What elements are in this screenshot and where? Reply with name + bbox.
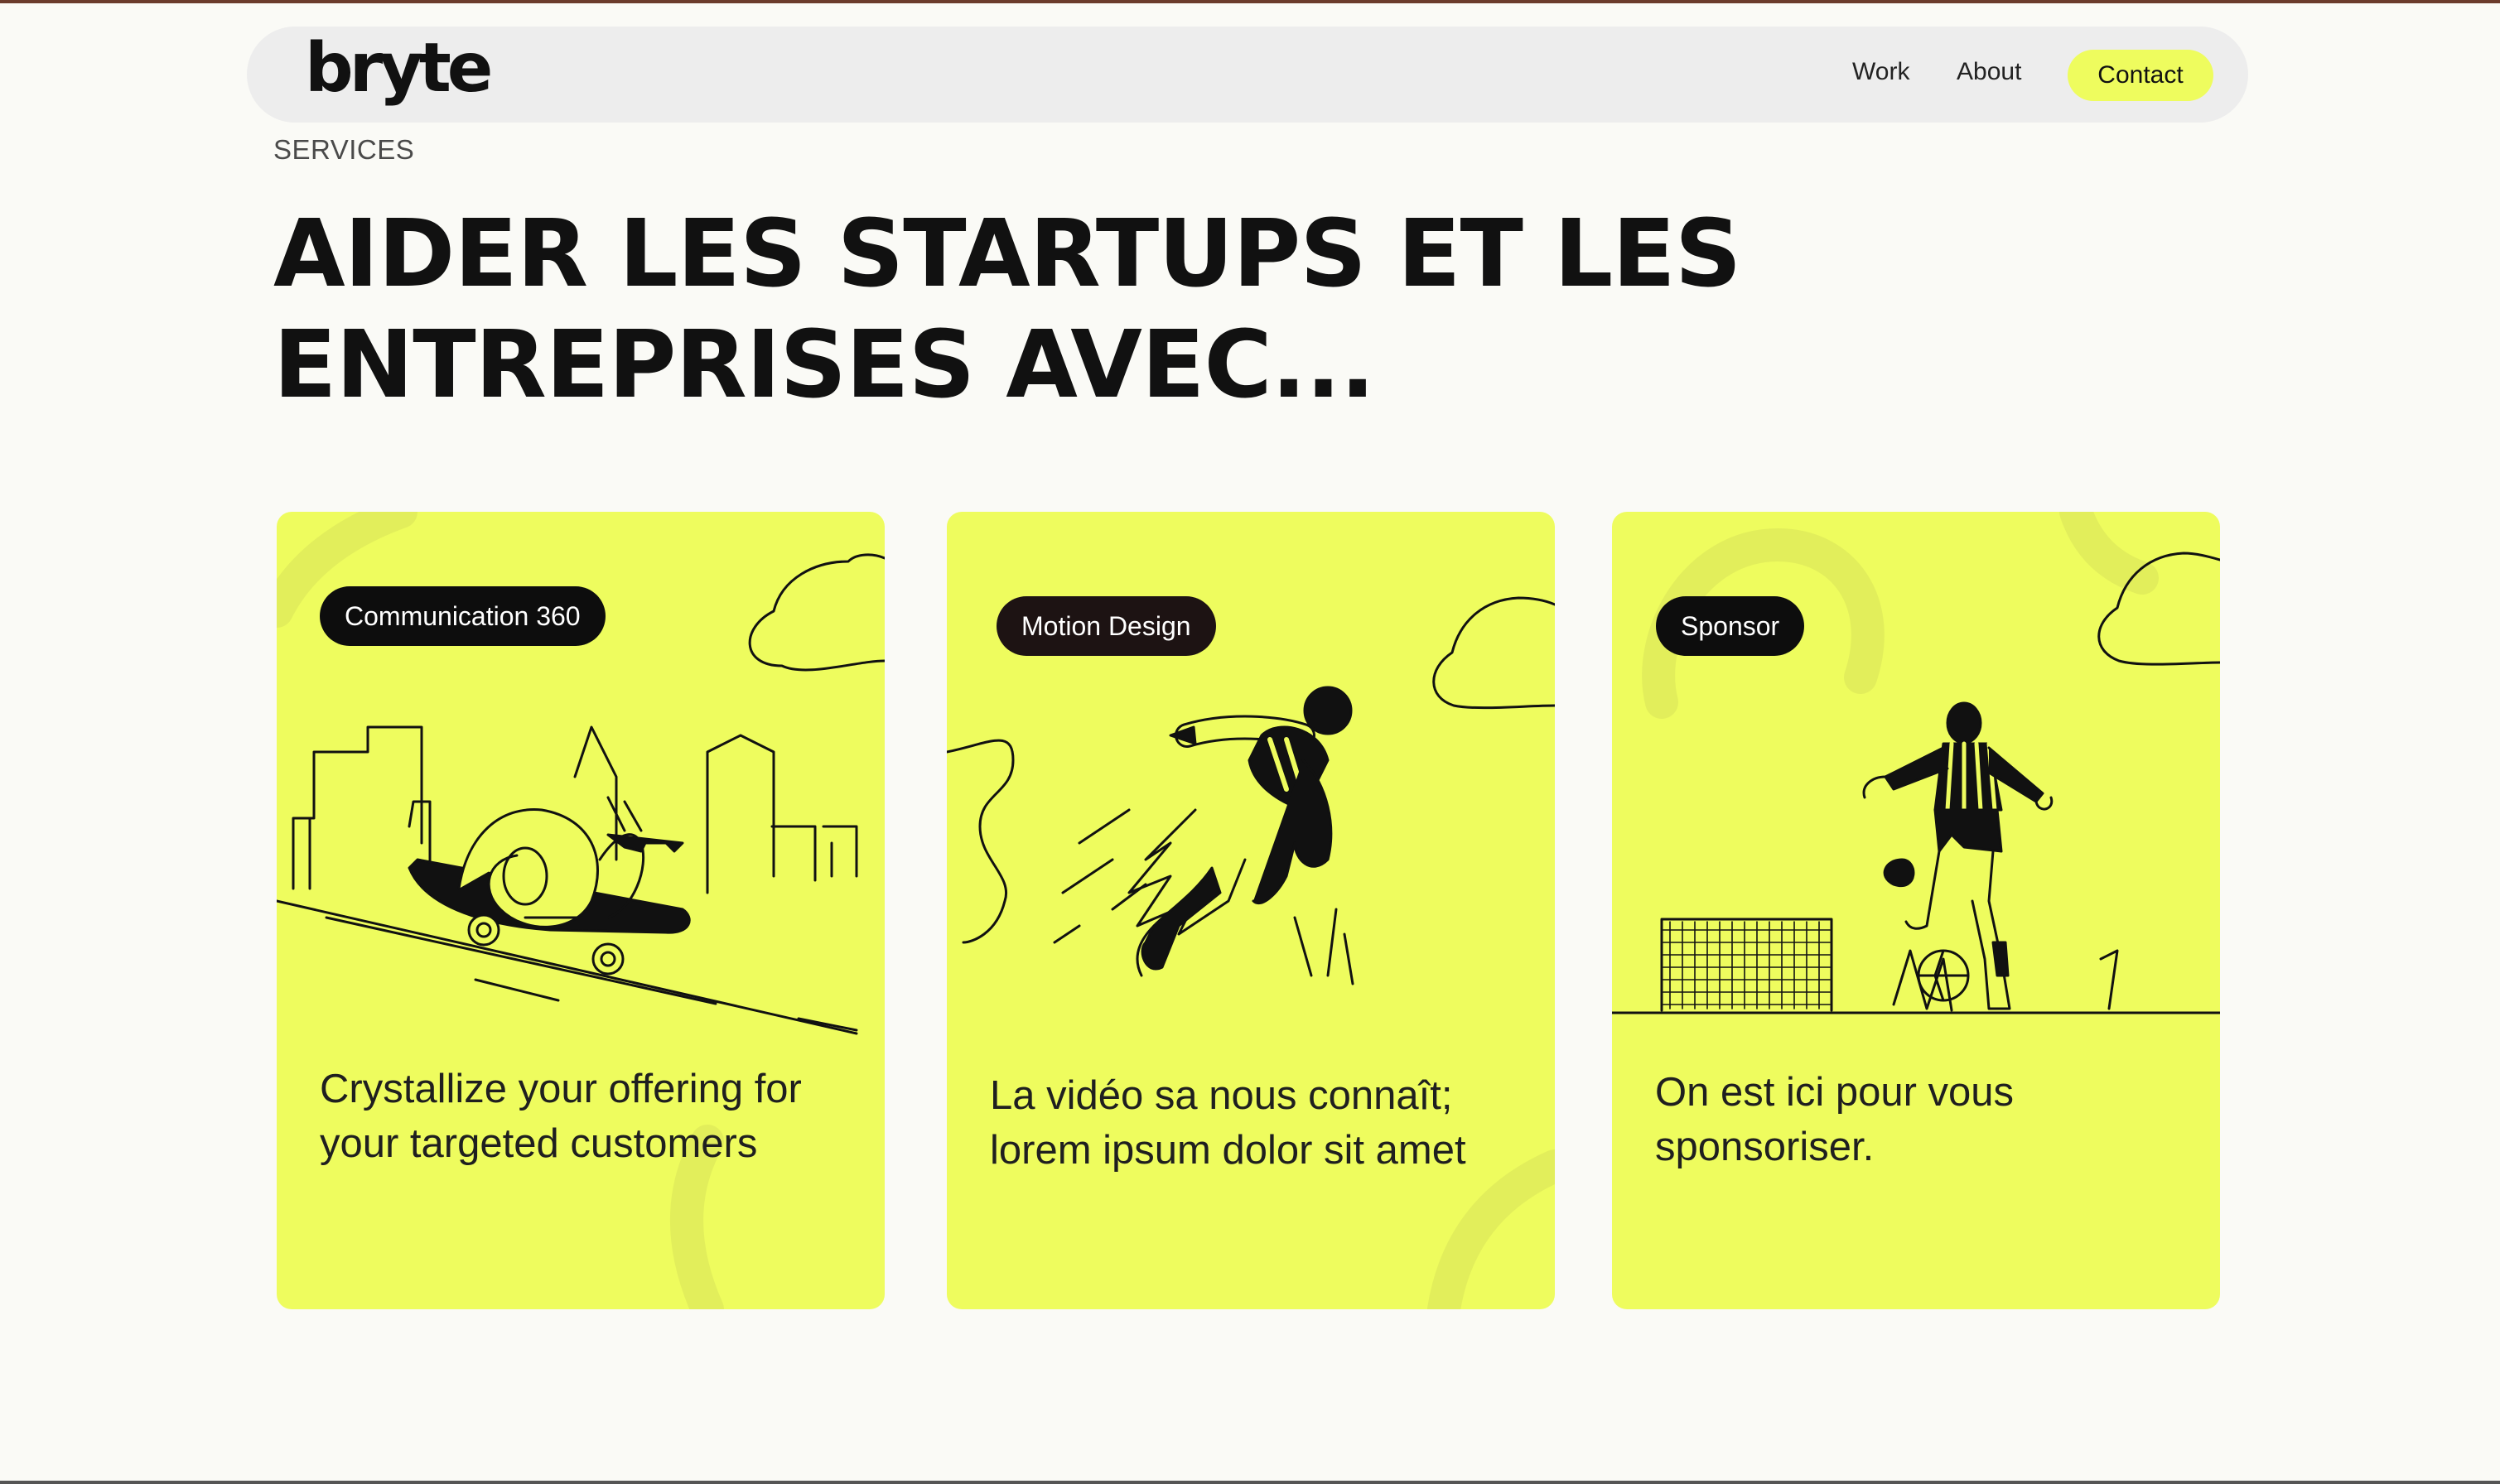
service-card-communication[interactable]: Communication 360 Crystallize your offer… bbox=[277, 512, 885, 1309]
top-border bbox=[0, 0, 2500, 3]
page-title: AIDER LES STARTUPS ET LES ENTREPRISES AV… bbox=[273, 199, 1847, 421]
service-card-sponsor[interactable]: Sponsor On est ici pour vous sponsoriser… bbox=[1612, 512, 2220, 1309]
service-tag: Communication 360 bbox=[320, 586, 606, 646]
service-card-motion-design[interactable]: Motion Design La vidéo sa nous connaît; … bbox=[947, 512, 1555, 1309]
section-eyebrow: SERVICES bbox=[273, 134, 415, 165]
brand-logo[interactable]: bryte bbox=[305, 35, 493, 103]
nav-link-about[interactable]: About bbox=[1957, 58, 2021, 86]
service-description: La vidéo sa nous connaît; lorem ipsum do… bbox=[990, 1073, 1466, 1173]
service-tag: Sponsor bbox=[1656, 596, 1805, 656]
service-description: On est ici pour vous sponsoriser. bbox=[1655, 1070, 2015, 1169]
bottom-border bbox=[0, 1481, 2500, 1484]
navbar: bryte Work About Contact bbox=[247, 26, 2248, 123]
contact-button[interactable]: Contact bbox=[2068, 50, 2213, 101]
nav-link-work[interactable]: Work bbox=[1852, 58, 1909, 86]
page-title-line1: AIDER LES STARTUPS ET LES bbox=[273, 200, 1741, 308]
page-title-line2: ENTREPRISES AVEC... bbox=[273, 311, 1375, 419]
service-description: Crystallize your offering for your targe… bbox=[320, 1067, 802, 1166]
service-tag: Motion Design bbox=[997, 596, 1216, 656]
